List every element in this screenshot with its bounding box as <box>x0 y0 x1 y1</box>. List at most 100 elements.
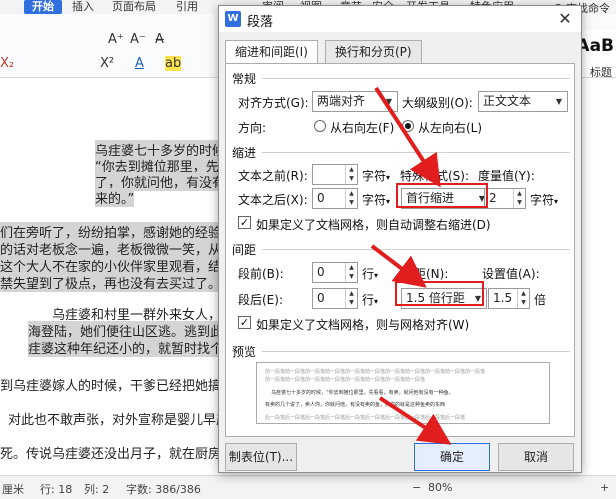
spacing-before-unit[interactable]: 行▾ <box>362 265 378 282</box>
ribbon-tab-home[interactable]: 开始 <box>24 0 62 14</box>
tab-indents-spacing[interactable]: 缩进和间距(I) <box>225 40 318 64</box>
spacing-after-unit[interactable]: 行▾ <box>362 291 378 308</box>
outline-level-select[interactable]: 正文文本 ▼ <box>478 91 568 112</box>
tab-panel: 常规 对齐方式(G): 两端对齐 ▼ 大纲级别(O): 正文文本 ▼ 方向: 从… <box>225 63 575 437</box>
measure-unit[interactable]: 字符▾ <box>530 191 558 208</box>
dialog-titlebar[interactable]: W 段落 ✕ <box>219 6 581 32</box>
ltr-radio[interactable] <box>402 120 414 132</box>
unit-label: 厘米 <box>2 483 24 496</box>
paragraph-preview: 前一段落前一段落前一段落前一段落前一段落前一段落前一段落前一段落前一段落前一段落… <box>256 362 550 424</box>
preview-line: 乌疰婆七十多岁的时候，“你去到摊位那里，先看看，有卖，就问他有没有一种鱼。 <box>271 390 454 396</box>
subscript-button[interactable]: X₂ <box>0 56 14 71</box>
spin-down-icon[interactable]: ▼ <box>514 198 525 207</box>
annotation-highlight-box <box>395 281 484 306</box>
spin-up-icon[interactable]: ▲ <box>346 289 357 298</box>
spin-up-icon[interactable]: ▲ <box>346 263 357 272</box>
rtl-radio-label[interactable]: 从右向左(F) <box>330 119 394 136</box>
alignment-select[interactable]: 两端对齐 ▼ <box>312 91 398 112</box>
zoom-in-button[interactable]: + <box>600 481 609 494</box>
spacing-group-label: 间距 <box>232 243 257 257</box>
spin-down-icon[interactable]: ▼ <box>518 298 529 307</box>
indent-grid-checkbox[interactable]: ✓ <box>238 216 251 229</box>
indent-before-label: 文本之前(R): <box>238 169 308 183</box>
measure-spinner[interactable]: 2 ▲ ▼ <box>484 188 526 209</box>
doc-line: 死。传说乌疰婆还没出月子，就在厨房 <box>0 447 222 462</box>
spin-down-icon[interactable]: ▼ <box>346 298 357 307</box>
paragraph-dialog: W 段落 ✕ 缩进和间距(I) 换行和分页(P) 常规 对齐方式(G): 两端对… <box>218 5 582 473</box>
spacing-before-value: 0 <box>317 265 325 279</box>
spin-down-icon[interactable]: ▼ <box>346 272 357 281</box>
general-group-label: 常规 <box>232 72 257 86</box>
preview-line: 前一段落前一段落前一段落前一段落前一段落前一段落前一段落前一段落前一段落前一段落… <box>265 369 486 375</box>
dropdown-arrow-icon: ▼ <box>555 97 563 106</box>
indent-group-label: 缩进 <box>232 146 257 160</box>
spin-up-icon[interactable]: ▲ <box>514 189 525 198</box>
ltr-radio-label[interactable]: 从左向右(L) <box>418 119 482 136</box>
spacing-grid-checkbox[interactable]: ✓ <box>238 316 251 329</box>
spacing-grid-checkbox-label[interactable]: 如果定义了文档网格，则与网格对齐(W) <box>256 316 469 333</box>
word-count[interactable]: 字数: 386/386 <box>126 481 201 497</box>
tab-line-page-breaks[interactable]: 换行和分页(P) <box>325 40 422 63</box>
spacing-before-spinner[interactable]: 0 ▲ ▼ <box>312 262 358 283</box>
doc-line: 疰婆这种年纪还小的，就暂时找个 <box>28 338 224 357</box>
ribbon-tab-references[interactable]: 引用 <box>176 0 198 14</box>
wps-writer-icon: W <box>225 11 241 27</box>
alignment-value: 两端对齐 <box>317 94 366 108</box>
indent-after-label: 文本之后(X): <box>238 193 308 207</box>
highlight-button[interactable]: ab <box>165 56 182 71</box>
preview-line: 后一段落后一段落后一段落后一段落后一段落后一段落后一段落后一段落后一段落后一段落 <box>265 415 466 421</box>
rtl-radio[interactable] <box>314 120 326 132</box>
close-button[interactable]: ✕ <box>555 9 575 29</box>
indent-after-unit[interactable]: 字符▾ <box>362 191 390 208</box>
font-shrink-button[interactable]: A⁻ <box>130 32 146 47</box>
measure-label: 度量值(Y): <box>478 169 535 183</box>
tab-stops-button[interactable]: 制表位(T)... <box>225 443 297 471</box>
divider <box>262 249 570 250</box>
set-value-value: 1.5 <box>493 291 513 305</box>
doc-line: 禁失望到了极点，再也没有去买过了。 <box>0 273 222 292</box>
preview-line: 有卖的几个说了，卖人你，你就问他，有没有卖的鱼，卖你的就是这种鱼卖的东西 <box>265 402 446 408</box>
zoom-level[interactable]: 80% <box>428 481 452 494</box>
line-spacing-label: 行距(N): <box>402 267 449 281</box>
spin-up-icon[interactable]: ▲ <box>346 165 357 174</box>
spacing-before-label: 段前(B): <box>238 267 284 281</box>
divider <box>262 78 570 79</box>
set-value-label: 设置值(A): <box>482 267 540 281</box>
preview-group-label: 预览 <box>232 345 257 359</box>
alignment-label: 对齐方式(G): <box>238 96 309 110</box>
indent-grid-checkbox-label[interactable]: 如果定义了文档网格，则自动调整右缩进(D) <box>256 216 491 233</box>
outline-level-value: 正文文本 <box>483 94 532 108</box>
font-grow-button[interactable]: A⁺ <box>108 32 124 47</box>
divider <box>262 351 570 352</box>
indent-before-unit[interactable]: 字符▾ <box>362 167 390 184</box>
indent-before-spinner[interactable]: ▲ ▼ <box>312 164 358 185</box>
style-preview: AaB <box>576 36 614 56</box>
cancel-button[interactable]: 取消 <box>498 443 574 471</box>
spin-down-icon[interactable]: ▼ <box>346 198 357 207</box>
dialog-title: 段落 <box>247 15 274 30</box>
preview-line: 前一段落前一段落前一段落前一段落前一段落前一段落前一段落前一段落 <box>265 377 426 383</box>
spin-up-icon[interactable]: ▲ <box>518 289 529 298</box>
set-value-unit: 倍 <box>534 293 547 307</box>
special-format-label: 特殊格式(S): <box>400 169 470 183</box>
font-color-button[interactable]: A <box>135 56 144 71</box>
ribbon-tab-layout[interactable]: 页面布局 <box>112 0 156 14</box>
superscript-button[interactable]: X² <box>100 56 114 71</box>
doc-line: 到乌疰婆嫁人的时候，干爹已经把她搞怕 <box>0 379 235 394</box>
status-bar: 厘米 行: 18 列: 2 字数: 386/386 − 80% + <box>0 475 616 499</box>
row-indicator: 行: 18 <box>40 483 73 496</box>
outline-level-label: 大纲级别(O): <box>402 96 473 110</box>
clear-format-button[interactable]: A̶ <box>155 32 164 47</box>
annotation-highlight-box <box>396 183 488 208</box>
spacing-after-spinner[interactable]: 0 ▲ ▼ <box>312 288 358 309</box>
ok-button[interactable]: 确定 <box>414 443 490 471</box>
indent-after-value: 0 <box>317 191 325 205</box>
spin-up-icon[interactable]: ▲ <box>346 189 357 198</box>
style-name-label: 标题 <box>590 66 612 78</box>
indent-after-spinner[interactable]: 0 ▲ ▼ <box>312 188 358 209</box>
measure-value: 2 <box>489 191 497 205</box>
set-value-spinner[interactable]: 1.5 ▲ ▼ <box>488 288 530 309</box>
spin-down-icon[interactable]: ▼ <box>346 174 357 183</box>
ribbon-tab-insert[interactable]: 插入 <box>72 0 94 14</box>
zoom-out-button[interactable]: − <box>412 481 421 494</box>
